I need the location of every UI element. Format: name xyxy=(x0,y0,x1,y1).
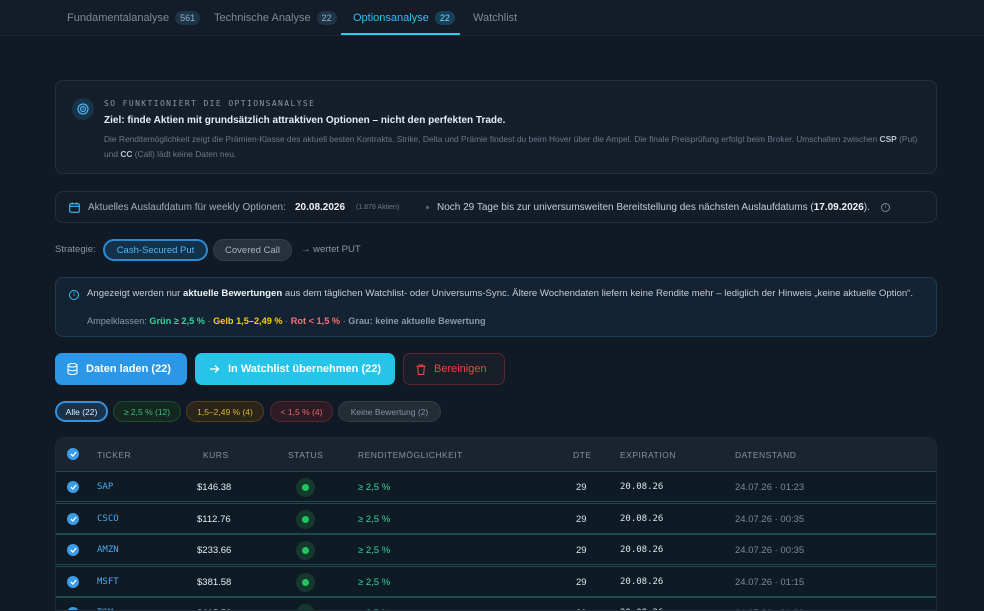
table-row[interactable]: MSFT $381.58 ≥ 2,5 % 29 20.08.26 24.07.26 · 0… xyxy=(56,565,936,597)
strategy-cc-toggle[interactable]: Covered Call xyxy=(213,239,292,261)
expiration-cell: 20.08.26 xyxy=(620,576,664,587)
row-checkbox[interactable] xyxy=(67,481,79,493)
arrow-right-icon xyxy=(209,364,220,374)
price-cell: $233.66 xyxy=(197,545,232,556)
filter-all[interactable]: Alle (22) xyxy=(55,401,108,422)
status-dot-green xyxy=(302,578,309,586)
info-icon[interactable]: i xyxy=(881,203,890,212)
table-row[interactable]: AMZN $233.66 ≥ 2,5 % 29 20.08.26 24.07.26 · 0… xyxy=(56,534,936,565)
tab-bar: Fundamentalanalyse 561 Technische Analys… xyxy=(0,0,984,36)
filter-green[interactable]: ≥ 2,5 % (12) xyxy=(113,401,181,422)
return-cell: ≥ 2,5 % xyxy=(358,545,391,556)
price-cell: $112.76 xyxy=(197,513,231,525)
ticker-cell[interactable]: MSFT xyxy=(97,577,119,587)
filter-yellow[interactable]: 1,5–2,49 % (4) xyxy=(186,401,264,422)
price-cell: $146.38 xyxy=(197,482,232,493)
return-cell: ≥ 2,5 % xyxy=(358,513,391,525)
status-traffic-light[interactable] xyxy=(296,572,315,592)
return-cell: ≥ 2,5 % xyxy=(358,482,391,493)
tab-optionsanalyse[interactable]: Optionsanalyse 22 xyxy=(353,0,455,35)
calendar-icon xyxy=(69,202,80,216)
notice-text: Angezeigt werden nur aktuelle Bewertunge… xyxy=(87,288,914,299)
return-cell: ≥ 2,5 % xyxy=(358,576,391,588)
notice-panel: i Angezeigt werden nur aktuelle Bewertun… xyxy=(55,277,937,337)
howto-goal: Ziel: finde Aktien mit grundsätzlich att… xyxy=(104,115,506,126)
status-traffic-light[interactable] xyxy=(296,604,315,610)
filter-red[interactable]: < 1,5 % (4) xyxy=(270,401,333,422)
tab-label: Fundamentalanalyse xyxy=(67,11,170,24)
data-date-cell: 24.07.26 · 01:15 xyxy=(735,576,805,588)
expiration-count: (1.878 Aktien) xyxy=(356,204,400,211)
row-checkbox[interactable] xyxy=(67,607,79,610)
expiration-info-bar: Aktuelles Auslaufdatum für weekly Option… xyxy=(55,191,937,223)
trash-icon xyxy=(416,363,426,375)
col-dte[interactable]: DTE xyxy=(573,450,592,460)
tab-technische-analyse[interactable]: Technische Analyse 22 xyxy=(214,0,337,35)
col-price[interactable]: KURS xyxy=(203,450,229,460)
tab-count-badge: 22 xyxy=(316,10,337,25)
tab-count-badge: 22 xyxy=(434,10,455,25)
strategy-label: Strategie: xyxy=(55,244,96,255)
expiration-cell: 20.08.26 xyxy=(620,482,664,492)
row-checkbox[interactable] xyxy=(67,544,79,556)
table-row[interactable]: CSCO $112.76 ≥ 2,5 % 29 20.08.26 24.07.26 · 0… xyxy=(56,502,936,534)
data-date-cell: 24.07.26 · 01:23 xyxy=(735,482,805,493)
status-traffic-light[interactable] xyxy=(296,478,315,497)
ticker-cell[interactable]: AMZN xyxy=(97,545,119,555)
traffic-light-classes: Ampelklassen: Grün ≥ 2,5 % · Gelb 1,5–2,… xyxy=(87,316,486,326)
expiration-cell: 20.08.26 xyxy=(620,513,664,524)
howto-description: Die Renditemöglichkeit zeigt die Prämien… xyxy=(104,134,918,159)
col-expiration[interactable]: EXPIRATION xyxy=(620,450,676,460)
price-cell: $381.58 xyxy=(197,576,232,588)
tab-label: Optionsanalyse xyxy=(353,11,429,24)
clean-up-button[interactable]: Bereinigen xyxy=(403,353,505,385)
ticker-cell[interactable]: SAP xyxy=(97,482,113,492)
tab-label: Watchlist xyxy=(473,11,518,24)
tab-label: Technische Analyse xyxy=(214,11,311,24)
status-dot-green xyxy=(302,515,309,523)
filter-no-rating[interactable]: Keine Bewertung (2) xyxy=(338,401,441,422)
col-status[interactable]: STATUS xyxy=(288,450,323,460)
expiration-cell: 20.08.26 xyxy=(620,545,664,555)
table-row[interactable]: TSM$415.58≥ 2,5 %2920.08.2624.07.26 · 01… xyxy=(56,597,936,610)
dte-cell: 29 xyxy=(576,482,587,493)
data-date-cell: 24.07.26 · 00:35 xyxy=(735,513,805,525)
howto-kicker: SO FUNKTIONIERT DIE OPTIONSANALYSE xyxy=(104,99,316,108)
target-icon xyxy=(72,98,94,120)
dte-cell: 29 xyxy=(576,576,587,588)
status-dot-green xyxy=(302,484,309,491)
select-all-checkbox[interactable] xyxy=(67,448,79,460)
options-table: TICKER KURS STATUS RENDITEMÖGLICHKEIT DT… xyxy=(55,437,937,611)
database-icon xyxy=(67,363,78,375)
tab-fundamentalanalyse[interactable]: Fundamentalanalyse 561 xyxy=(67,0,201,35)
expiration-date: 20.08.2026 xyxy=(295,202,346,213)
info-icon: i xyxy=(69,290,79,300)
howto-panel: SO FUNKTIONIERT DIE OPTIONSANALYSE Ziel:… xyxy=(55,80,937,174)
row-checkbox[interactable] xyxy=(67,512,79,525)
separator-dot xyxy=(426,206,429,209)
col-return[interactable]: RENDITEMÖGLICHKEIT xyxy=(358,450,463,460)
next-expiration-text: Noch 29 Tage bis zur universumsweiten Be… xyxy=(437,202,870,213)
data-date-cell: 24.07.26 · 00:35 xyxy=(735,545,805,556)
ticker-cell[interactable]: CSCO xyxy=(97,514,119,524)
strategy-note: → wertet PUT xyxy=(301,244,361,255)
tab-watchlist[interactable]: Watchlist xyxy=(473,0,517,35)
load-data-button[interactable]: Daten laden (22) xyxy=(55,353,187,385)
status-traffic-light[interactable] xyxy=(296,509,315,529)
dte-cell: 29 xyxy=(576,545,587,556)
tab-count-badge: 561 xyxy=(175,10,201,25)
col-ticker[interactable]: TICKER xyxy=(97,450,131,460)
strategy-csp-toggle[interactable]: Cash-Secured Put xyxy=(103,239,208,261)
status-dot-green xyxy=(302,547,309,554)
active-tab-indicator xyxy=(341,33,460,35)
expiration-label: Aktuelles Auslaufdatum für weekly Option… xyxy=(88,202,286,213)
table-header: TICKER KURS STATUS RENDITEMÖGLICHKEIT DT… xyxy=(56,438,936,471)
status-traffic-light[interactable] xyxy=(296,541,315,560)
add-to-watchlist-button[interactable]: In Watchlist übernehmen (22) xyxy=(195,353,395,385)
dte-cell: 29 xyxy=(576,513,587,525)
table-row[interactable]: SAP $146.38 ≥ 2,5 % 29 20.08.26 24.07.26 · 01… xyxy=(56,471,936,502)
row-checkbox[interactable] xyxy=(67,575,79,588)
col-data-date[interactable]: DATENSTAND xyxy=(735,450,796,460)
